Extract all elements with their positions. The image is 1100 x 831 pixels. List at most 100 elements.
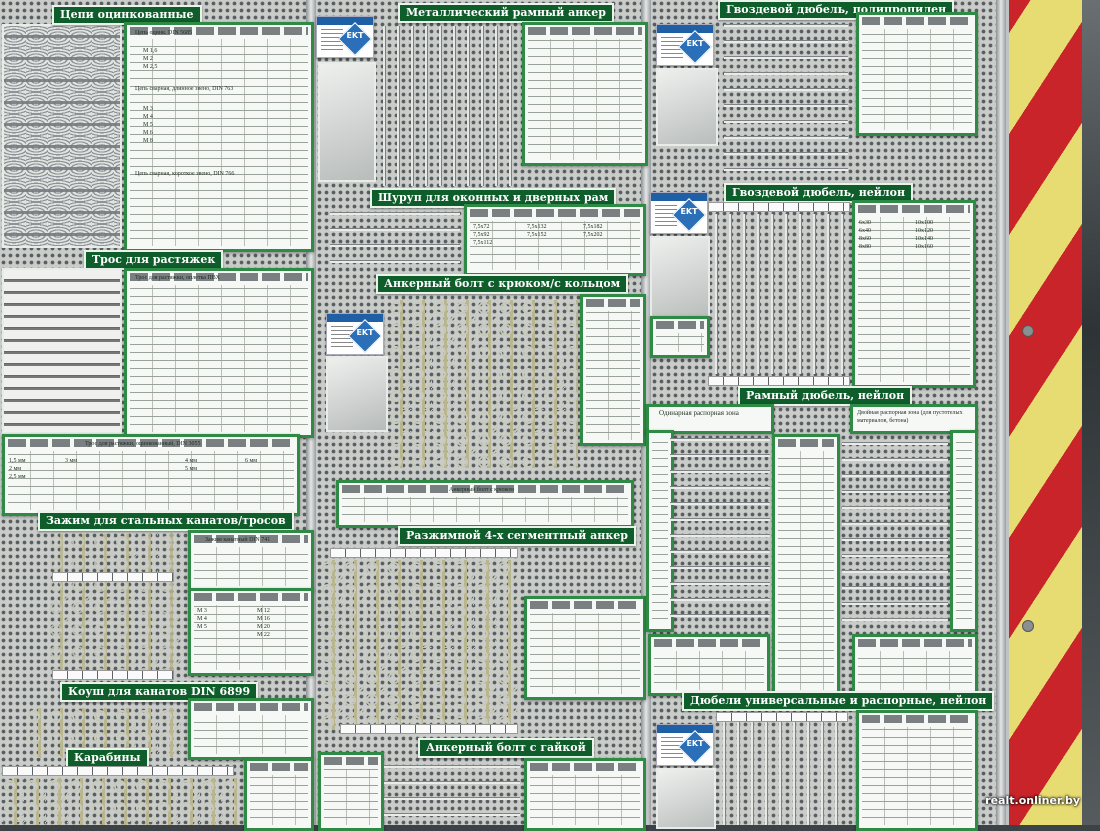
clamp-size: М 16 — [257, 616, 270, 622]
clamp-samples — [48, 534, 184, 672]
clamp-size: М 3 — [197, 608, 207, 614]
rope-caption-din3055: Трос для растяжки, оцинкованный, DIN 305… — [85, 441, 201, 447]
frame-dowel-price-table-4 — [852, 634, 978, 696]
universal-dowel-price-strip — [716, 712, 848, 722]
nylon-dowel-bag — [650, 236, 710, 318]
dowel-size: 8x80 — [859, 244, 871, 250]
window-screw-price-table: 7,5x72 7,5x92 7,5x112 7,5x132 7,5x152 7,… — [464, 204, 646, 276]
clamp-price-strip — [52, 670, 174, 680]
chain-size: М 3 — [143, 106, 153, 112]
universal-dowel-bag — [656, 768, 716, 829]
screw-size: 7,5x152 — [527, 232, 547, 238]
hook-anchor-bag — [326, 356, 388, 432]
clamp-size: М 22 — [257, 632, 270, 638]
frame-post-3 — [996, 0, 1006, 825]
rope-size: 3 мм — [65, 458, 78, 464]
dowel-size: 10x100 — [915, 220, 933, 226]
frame-dowel-price-table-3 — [648, 634, 770, 696]
carabiner-samples — [2, 778, 238, 825]
chain-caption-din5685: Цепь оцинк. DIN 5685 — [135, 30, 193, 36]
rope-samples — [2, 268, 122, 434]
clamp-caption: Зажим канатный DIN 741 — [205, 537, 271, 543]
chain-caption-din763: Цепь сварная, длинное звено, DIN 763 — [135, 86, 234, 92]
universal-dowel-price-table — [856, 710, 978, 831]
rope-size: 1,5 мм — [9, 458, 26, 464]
universal-dowel-samples — [716, 722, 848, 825]
segment-price-strip — [340, 724, 518, 734]
nylon-dowel-small-table — [650, 316, 710, 358]
rope-size: 4 мм — [185, 458, 198, 464]
nylon-dowel-price-strip — [708, 202, 850, 212]
brand-label: EKT — [356, 328, 374, 337]
clamp-size: М 12 — [257, 608, 270, 614]
clamp-price-table-2: М 3 М 4 М 5 М 12 М 16 М 20 М 22 — [188, 588, 314, 676]
rope-size: 2 мм — [9, 466, 22, 472]
dowel-size: 6x30 — [859, 220, 871, 226]
double-zone-label: Двойная распорная зона (для пустотелых м… — [857, 410, 963, 424]
single-zone-label: Одинарная распорная зона — [659, 409, 739, 417]
dowel-size: 8x60 — [859, 236, 871, 242]
carabiner-price-strip — [2, 766, 234, 776]
header-segment-anchor: Разжимной 4-х сегментный анкер — [398, 526, 636, 546]
stripe-bolt — [1022, 620, 1034, 632]
screw-size: 7,5x132 — [527, 224, 547, 230]
nut-anchor-price-table-1 — [318, 752, 384, 831]
brand-label: EKT — [686, 39, 704, 48]
nail-dowel-pp-price-table — [856, 12, 978, 136]
hook-anchor-price-table — [580, 294, 646, 446]
frame-dowel-price-table-2 — [950, 430, 978, 632]
header-universal-dowel: Дюбели универсальные и распорные, нейлон — [682, 691, 995, 711]
frame-dowel-price-table-1 — [772, 434, 840, 696]
rope-price-table: Трос для растяжки, оплетка ПВХ — [124, 268, 314, 438]
hook-anchor-table-wide: Анкерный болт с крюком — [336, 480, 634, 528]
ekt-package: EKT — [650, 192, 708, 234]
chain-size: М 2 — [143, 56, 153, 62]
hook-anchor-caption: Анкерный болт с крюком — [449, 487, 514, 493]
brand-label: EKT — [686, 739, 704, 748]
header-nut-anchor: Анкерный болт с гайкой — [418, 738, 594, 758]
segment-anchor-price-table — [524, 596, 646, 700]
frame-anchor-price-table — [522, 22, 648, 166]
ekt-package: EKT — [316, 16, 374, 58]
clamp-size: М 4 — [197, 616, 207, 622]
ekt-package: EKT — [326, 313, 384, 355]
carabiner-price-table — [244, 758, 314, 831]
header-frame-dowel-nylon: Рамный дюбель, нейлон — [738, 386, 913, 406]
screw-size: 7,5x72 — [473, 224, 490, 230]
frame-dowel-samples-1 — [670, 430, 770, 626]
header-cable-clamp: Зажим для стальных канатов/тросов — [38, 511, 294, 531]
window-screw-samples — [330, 210, 460, 272]
header-frame-anchor: Металлический рамный анкер — [398, 3, 614, 23]
frame-anchor-samples — [376, 26, 522, 186]
header-hook-anchor: Анкерный болт с крюком/с кольцом — [376, 274, 629, 294]
segment-anchor-samples — [320, 560, 520, 730]
thimble-price-table — [188, 698, 314, 760]
chain-size: М 2,5 — [143, 64, 158, 70]
clamp-size: М 20 — [257, 624, 270, 630]
hook-anchor-samples — [388, 300, 578, 468]
nail-dowel-pp-samples — [724, 16, 848, 180]
background-edge — [1082, 0, 1100, 825]
rope-size: 2,5 мм — [9, 474, 26, 480]
nut-anchor-samples — [384, 758, 520, 825]
screw-size: 7,5x112 — [473, 240, 493, 246]
rope-size: 5 мм — [185, 466, 198, 472]
ekt-package: EKT — [656, 24, 714, 66]
chain-samples — [2, 24, 122, 248]
dowel-size: 10x140 — [915, 236, 933, 242]
watermark: realt.onliner.by — [985, 794, 1080, 807]
chain-price-table: Цепь оцинк. DIN 5685 Цепь сварная, длинн… — [124, 22, 314, 252]
clamp-size: М 5 — [197, 624, 207, 630]
segment-price-strip — [330, 548, 518, 558]
chain-size: М 8 — [143, 138, 153, 144]
stripe-bolt — [1022, 325, 1034, 337]
chain-size: М 1,6 — [143, 48, 158, 54]
screw-size: 7,5x182 — [583, 224, 603, 230]
clamp-price-strip — [52, 572, 174, 582]
header-tension-rope: Трос для растяжек — [84, 250, 224, 270]
nylon-dowel-price-table: 6x30 6x40 8x60 8x80 10x100 10x120 10x140… — [852, 200, 976, 388]
nylon-dowel-price-strip — [708, 376, 850, 386]
brand-label: EKT — [680, 207, 698, 216]
clamp-price-table-1: Зажим канатный DIN 741 — [188, 530, 314, 592]
frame-dowel-samples-2 — [842, 430, 948, 630]
